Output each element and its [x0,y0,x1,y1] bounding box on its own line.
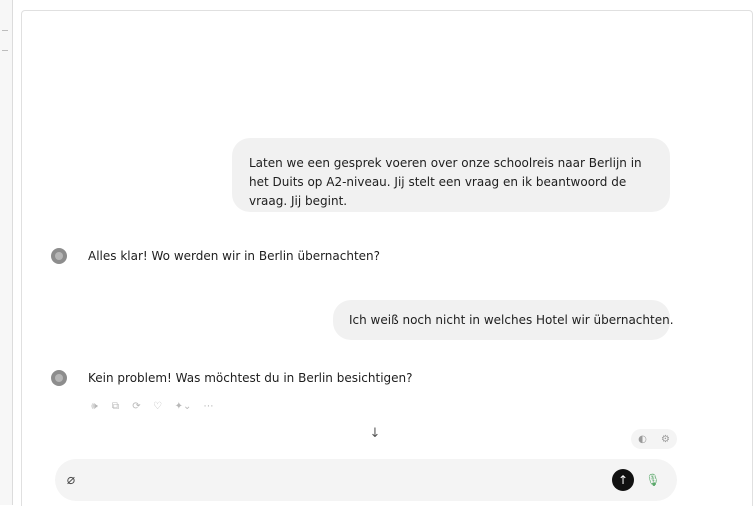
panel-mark [2,30,8,31]
message-composer: ⌀ ↑ 🎙 [55,459,677,501]
user-message-bubble: Ich weiß noch nicht in welches Hotel wir… [333,300,674,340]
copy-icon[interactable]: ⧉ [109,401,122,412]
more-icon[interactable]: ⋯ [202,401,215,412]
settings-icon[interactable]: ⚙ [661,434,670,445]
message-actions-bar: 🕪 ⧉ ⟳ ♡ ✦⌄ ⋯ [88,401,215,412]
speaker-icon[interactable]: 🕪 [88,401,101,412]
model-switch-icon[interactable]: ✦⌄ [172,401,194,412]
panel-mark [2,50,8,51]
message-input[interactable] [89,469,593,493]
assistant-message-text: Kein problem! Was möchtest du in Berlin … [88,371,413,385]
left-panel-edge [0,0,13,505]
attach-icon[interactable]: ⌀ [64,471,78,489]
send-button[interactable]: ↑ [612,469,634,491]
assistant-avatar-icon [51,248,67,264]
scroll-down-button[interactable]: ↓ [367,426,383,442]
assistant-avatar-icon [51,370,67,386]
user-message-bubble: Laten we een gesprek voeren over onze sc… [232,138,670,212]
mini-controls: ◐ ⚙ [631,429,677,449]
thumbs-down-icon[interactable]: ♡ [151,401,164,412]
user-message-text: Laten we een gesprek voeren over onze sc… [249,156,642,208]
assistant-message-text: Alles klar! Wo werden wir in Berlin über… [88,249,381,263]
mini-control-icon[interactable]: ◐ [638,434,647,445]
user-message-text: Ich weiß noch nicht in welches Hotel wir… [349,313,674,327]
microphone-icon[interactable]: 🎙 [645,470,661,490]
regenerate-icon[interactable]: ⟳ [130,401,143,412]
